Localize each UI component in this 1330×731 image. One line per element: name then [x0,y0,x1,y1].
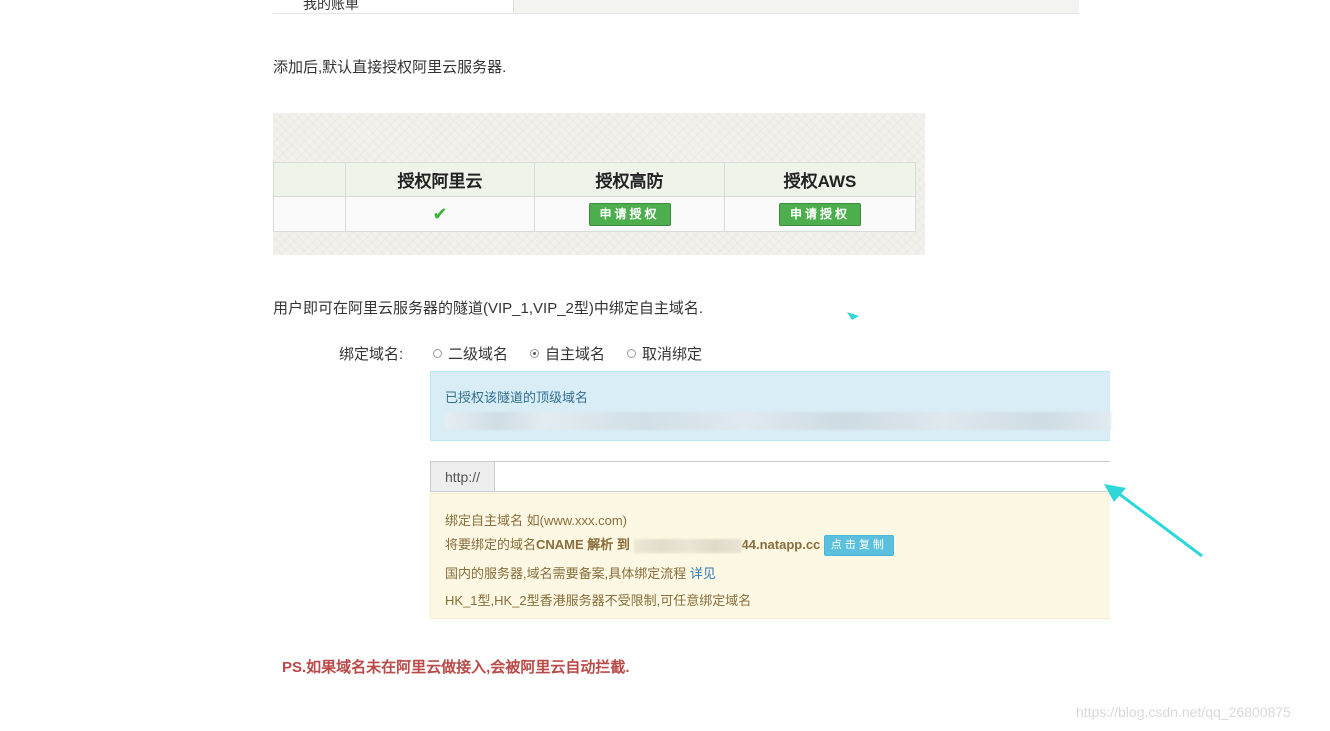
radio-unbind[interactable]: 取消绑定 [627,343,702,364]
hint-line-4: HK_1型,HK_2型香港服务器不受限制,可任意绑定域名 [445,593,752,608]
bind-hint-box: 绑定自主域名 如(www.xxx.com) 将要绑定的域名CNAME 解析 到 … [430,493,1110,619]
url-prefix: http:// [431,462,495,491]
auth-header-aws: 授权AWS [724,162,916,197]
hint-cname-prefix: 将要绑定的域名 [445,537,537,552]
url-input-group: http:// [430,461,1110,492]
hint-line-1: 绑定自主域名 如(www.xxx.com) [445,513,628,528]
radio-label: 取消绑定 [642,346,703,363]
sidebar-fragment: 我的账单 [273,0,514,13]
auth-cell-aws: 申请授权 [724,196,916,232]
copy-button[interactable]: 点击复制 [823,535,894,557]
auth-cell-gaofang: 申请授权 [534,196,725,232]
apply-aws-button[interactable]: 申请授权 [779,202,861,226]
auth-cell-blank [273,196,346,232]
bind-domain-label: 绑定域名: [339,346,404,363]
auth-header-gaofang: 授权高防 [534,162,725,197]
radio-checked-icon[interactable] [530,349,540,358]
detail-link[interactable]: 详见 [690,566,716,581]
radio-icon[interactable] [627,349,637,358]
intro-text: 添加后,默认直接授权阿里云服务器. [273,59,507,76]
user-text: 用户即可在阿里云服务器的隧道(VIP_1,VIP_2型)中绑定自主域名. [273,300,704,317]
hint-cname-text: CNAME 解析 到 [536,537,630,552]
auth-cell-aliyun: ✔ [345,196,535,232]
hint-line-2: 将要绑定的域名CNAME 解析 到 44.natapp.cc 点击复制 [445,534,894,557]
ps-note: PS.如果域名未在阿里云做接入,会被阿里云自动拦截. [282,659,630,676]
radio-subdomain[interactable]: 二级域名 [433,343,508,364]
cname-domain-suffix: 44.natapp.cc [741,537,821,552]
auth-table-panel: 授权阿里云 授权高防 授权AWS ✔ 申请授权 申请授权 [273,113,925,255]
hint-line-3-text: 国内的服务器,域名需要备案,具体绑定流程 [445,566,687,581]
domain-input[interactable] [495,462,1110,491]
authorized-domain-box: 已授权该隧道的顶级域名 [430,371,1111,441]
hint-line-3: 国内的服务器,域名需要备案,具体绑定流程 详见 [445,563,716,582]
auth-table: 授权阿里云 授权高防 授权AWS ✔ 申请授权 申请授权 [273,162,916,232]
arrow-tip-icon [847,312,859,320]
top-cropped-panel: 我的账单 [273,0,1079,14]
radio-own-domain[interactable]: 自主域名 [530,343,605,364]
radio-icon[interactable] [433,349,442,358]
blurred-cname-target [633,538,742,553]
bind-radio-group: 二级域名 自主域名 取消绑定 [433,343,724,364]
auth-header-aliyun: 授权阿里云 [345,162,535,197]
radio-label: 二级域名 [448,346,509,363]
annotation-arrow-icon [1104,484,1203,558]
watermark: https://blog.csdn.net/qq_26800875 [1076,704,1291,720]
sidebar-item-label: 我的账单 [303,0,359,12]
info-title: 已授权该隧道的顶级域名 [445,390,589,405]
blurred-domain-list [445,412,1111,430]
radio-label: 自主域名 [545,346,606,363]
apply-gaofang-button[interactable]: 申请授权 [588,202,671,226]
auth-header-blank [273,162,346,197]
checkmark-icon: ✔ [432,203,448,224]
